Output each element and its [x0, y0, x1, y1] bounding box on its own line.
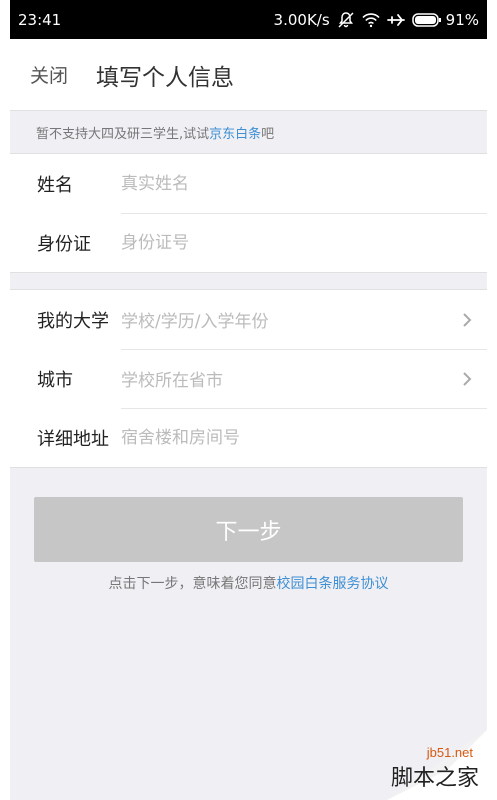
city-row[interactable]: 城市 学校所在省市: [10, 349, 487, 408]
identity-group: 姓名 身份证: [10, 153, 487, 273]
watermark-name: 脚本之家: [390, 766, 479, 791]
agreement-prefix: 点击下一步，意味着您同意: [108, 576, 277, 592]
agreement-text: 点击下一步，意味着您同意校园白条服务协议: [10, 573, 487, 593]
status-icons: 3.00K/s 91%: [274, 11, 479, 29]
address-input[interactable]: [121, 427, 487, 448]
service-agreement-link[interactable]: 校园白条服务协议: [277, 576, 389, 592]
notice-suffix: 吧: [261, 126, 275, 142]
wifi-icon: [362, 12, 380, 28]
battery-icon: [411, 12, 441, 27]
notice-text: 暂不支持大四及研三学生,试试: [36, 126, 210, 142]
battery-indicator: 91%: [411, 10, 479, 29]
mute-icon: [337, 11, 355, 29]
notice-banner: 暂不支持大四及研三学生,试试 京东白条吧: [10, 111, 487, 153]
watermark: jb51.net 脚本之家: [347, 730, 487, 800]
nav-bar: 关闭 填写个人信息: [10, 39, 487, 111]
chevron-right-icon[interactable]: [447, 312, 487, 328]
city-label: 城市: [37, 369, 73, 391]
jd-baitiao-link[interactable]: 京东白条: [209, 123, 261, 142]
network-speed: 3.00K/s: [273, 10, 330, 29]
id-card-row: 身份证: [10, 213, 487, 272]
name-input[interactable]: [121, 173, 487, 194]
university-selector[interactable]: 学校/学历/入学年份: [121, 307, 447, 332]
battery-level: 91%: [445, 10, 479, 29]
school-group: 我的大学 学校/学历/入学年份 城市 学校所在省市 详细地址: [10, 289, 487, 468]
university-row[interactable]: 我的大学 学校/学历/入学年份: [10, 290, 487, 349]
name-row: 姓名: [10, 154, 487, 213]
airplane-icon: [386, 12, 405, 28]
status-time: 23:41: [18, 10, 62, 29]
chevron-right-icon[interactable]: [447, 371, 487, 387]
city-selector[interactable]: 学校所在省市: [121, 366, 447, 391]
address-row: 详细地址: [10, 408, 487, 467]
address-label: 详细地址: [37, 428, 109, 450]
app-screen: 23:41 3.00K/s 91% 关闭 填写个人信息 暂不支持大四及研三学生,…: [10, 0, 487, 800]
page-title: 填写个人信息: [96, 64, 235, 91]
id-card-input[interactable]: [121, 232, 487, 253]
status-bar: 23:41 3.00K/s 91%: [10, 0, 487, 39]
watermark-site: jb51.net: [426, 745, 473, 760]
id-card-label: 身份证: [37, 233, 91, 255]
close-button[interactable]: 关闭: [30, 61, 68, 88]
name-label: 姓名: [37, 174, 73, 196]
next-step-button[interactable]: 下一步: [34, 497, 463, 562]
university-label: 我的大学: [37, 310, 109, 332]
